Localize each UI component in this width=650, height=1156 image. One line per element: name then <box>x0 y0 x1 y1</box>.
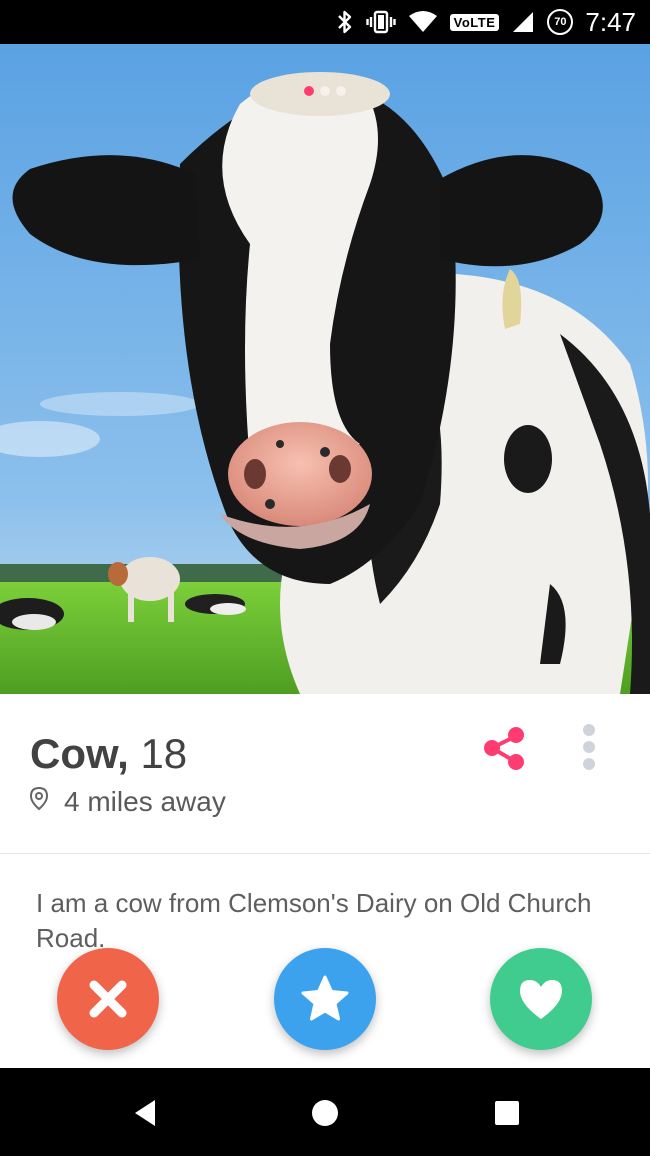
profile-age: 18 <box>140 730 188 777</box>
star-icon <box>301 975 349 1021</box>
home-button[interactable] <box>310 1098 340 1128</box>
distance-text: 4 miles away <box>64 786 226 817</box>
photo-dot[interactable] <box>336 86 346 96</box>
back-icon <box>135 1100 155 1126</box>
recents-icon <box>495 1101 519 1125</box>
status-bar: VoLTE 70 7:47 <box>0 0 650 44</box>
share-button[interactable] <box>480 724 528 772</box>
heart-icon <box>520 980 562 1019</box>
profile-bio: I am a cow from Clemson's Dairy on Old C… <box>36 888 592 953</box>
battery-icon: 70 <box>547 9 574 35</box>
profile-distance: 4 miles away <box>29 786 226 818</box>
bluetooth-icon <box>336 9 354 35</box>
profile-info: Cow, 18 4 miles away <box>0 694 650 854</box>
divider <box>0 853 650 854</box>
photo-dot[interactable] <box>304 86 314 96</box>
cow-photo <box>0 44 650 694</box>
more-dot-icon <box>583 741 595 753</box>
volte-badge: VoLTE <box>449 13 500 31</box>
signal-icon <box>511 10 535 34</box>
super-like-button[interactable] <box>274 948 376 1050</box>
recents-button[interactable] <box>492 1098 522 1128</box>
profile-photo[interactable] <box>0 44 650 694</box>
share-icon <box>484 727 524 770</box>
more-options-button[interactable] <box>578 724 600 770</box>
photo-page-indicator <box>0 86 650 96</box>
back-button[interactable] <box>130 1098 160 1128</box>
nope-button[interactable] <box>57 948 159 1050</box>
like-button[interactable] <box>490 948 592 1050</box>
x-icon <box>89 980 127 1018</box>
wifi-icon <box>408 10 438 34</box>
profile-name-age: Cow, 18 <box>30 730 187 778</box>
vibrate-icon <box>365 9 396 35</box>
photo-dot[interactable] <box>320 86 330 96</box>
more-dot-icon <box>583 758 595 770</box>
location-pin-icon <box>29 786 49 818</box>
more-dot-icon <box>583 724 595 736</box>
profile-name: Cow, <box>30 730 129 777</box>
status-time: 7:47 <box>585 6 636 37</box>
home-icon <box>312 1100 338 1126</box>
navigation-bar <box>0 1068 650 1156</box>
